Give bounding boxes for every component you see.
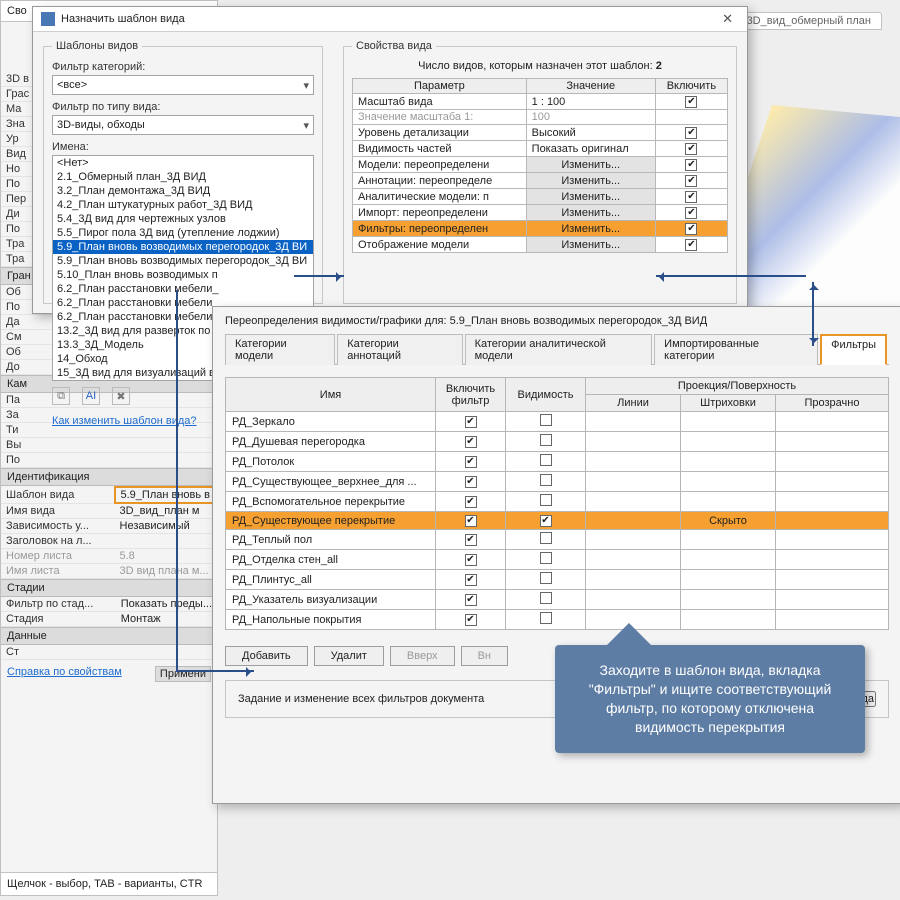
annotation-arrow: [294, 275, 344, 277]
tab[interactable]: Категории аннотаций: [337, 334, 462, 365]
list-item[interactable]: 5.10_План вновь возводимых п: [53, 268, 313, 282]
add-button[interactable]: Добавить: [225, 646, 308, 666]
list-item[interactable]: <Нет>: [53, 156, 313, 170]
annotation-arrow: [812, 282, 814, 346]
assign-view-template-dialog: Назначить шаблон вида ✕ Шаблоны видов Фи…: [32, 6, 748, 314]
delete-button[interactable]: Удалит: [314, 646, 384, 666]
help-link[interactable]: Как изменить шаблон вида?: [52, 415, 197, 427]
doc-filters-label: Задание и изменение всех фильтров докуме…: [238, 693, 484, 705]
apply-button[interactable]: Примени: [155, 666, 211, 682]
list-item[interactable]: 5.9_План вновь возводимых перегородок_3Д…: [53, 254, 313, 268]
close-icon[interactable]: ✕: [716, 11, 739, 27]
tab[interactable]: Категории модели: [225, 334, 335, 365]
section-data: Данные: [1, 627, 217, 645]
delete-icon[interactable]: ✖: [112, 387, 130, 405]
view-tab[interactable]: 3D_вид_обмерный план: [726, 12, 882, 30]
category-filter-select[interactable]: <все>: [52, 75, 314, 95]
tab[interactable]: Категории аналитической модели: [465, 334, 653, 365]
view-properties-table[interactable]: ПараметрЗначениеВключитьМасштаб вида1 : …: [352, 78, 728, 253]
dialog2-title: Переопределения видимости/графики для: 5…: [225, 315, 889, 327]
rename-icon[interactable]: AI: [82, 387, 100, 405]
filters-table[interactable]: ИмяВключить фильтрВидимостьПроекция/Пове…: [225, 377, 889, 630]
annotation-arrow: [656, 275, 806, 277]
dialog-title: Назначить шаблон вида: [61, 13, 185, 25]
tab-bar: Категории моделиКатегории аннотацийКатег…: [225, 333, 889, 365]
group-templates: Шаблоны видов: [52, 40, 142, 52]
status-bar: Щелчок - выбор, TAB - варианты, CTR: [1, 872, 217, 895]
list-item[interactable]: 5.4_3Д вид для чертежных узлов: [53, 212, 313, 226]
names-label: Имена:: [52, 141, 314, 153]
tab[interactable]: Импортированные категории: [654, 334, 818, 365]
list-item[interactable]: 2.1_Обмерный план_3Д ВИД: [53, 170, 313, 184]
app-icon: [41, 12, 55, 26]
category-filter-label: Фильтр категорий:: [52, 61, 314, 73]
list-item[interactable]: 4.2_План штукатурных работ_3Д ВИД: [53, 198, 313, 212]
assigned-count: Число видов, которым назначен этот шабло…: [352, 60, 728, 72]
properties-help-link[interactable]: Справка по свойствам: [7, 666, 122, 682]
list-item[interactable]: 3.2_План демонтажа_3Д ВИД: [53, 184, 313, 198]
list-item[interactable]: 5.5_Пирог пола 3Д вид (утепление лоджии): [53, 226, 313, 240]
list-item[interactable]: 6.2_План расстановки мебели_: [53, 282, 313, 296]
annotation-arrow: [176, 670, 254, 672]
instruction-callout: Заходите в шаблон вида, вкладка "Фильтры…: [555, 645, 865, 753]
list-item[interactable]: 5.9_План вновь возводимых перегородок_3Д…: [53, 240, 313, 254]
section-ident: Идентификация: [1, 468, 217, 486]
up-button: Вверх: [390, 646, 455, 666]
duplicate-icon[interactable]: ⧉: [52, 387, 70, 405]
group-properties: Свойства вида: [352, 40, 436, 52]
type-filter-select[interactable]: 3D-виды, обходы: [52, 115, 314, 135]
type-filter-label: Фильтр по типу вида:: [52, 101, 314, 113]
tab[interactable]: Фильтры: [820, 334, 887, 365]
down-button: Вн: [461, 646, 508, 666]
section-stage: Стадии: [1, 579, 217, 597]
annotation-arrow: [176, 290, 178, 670]
